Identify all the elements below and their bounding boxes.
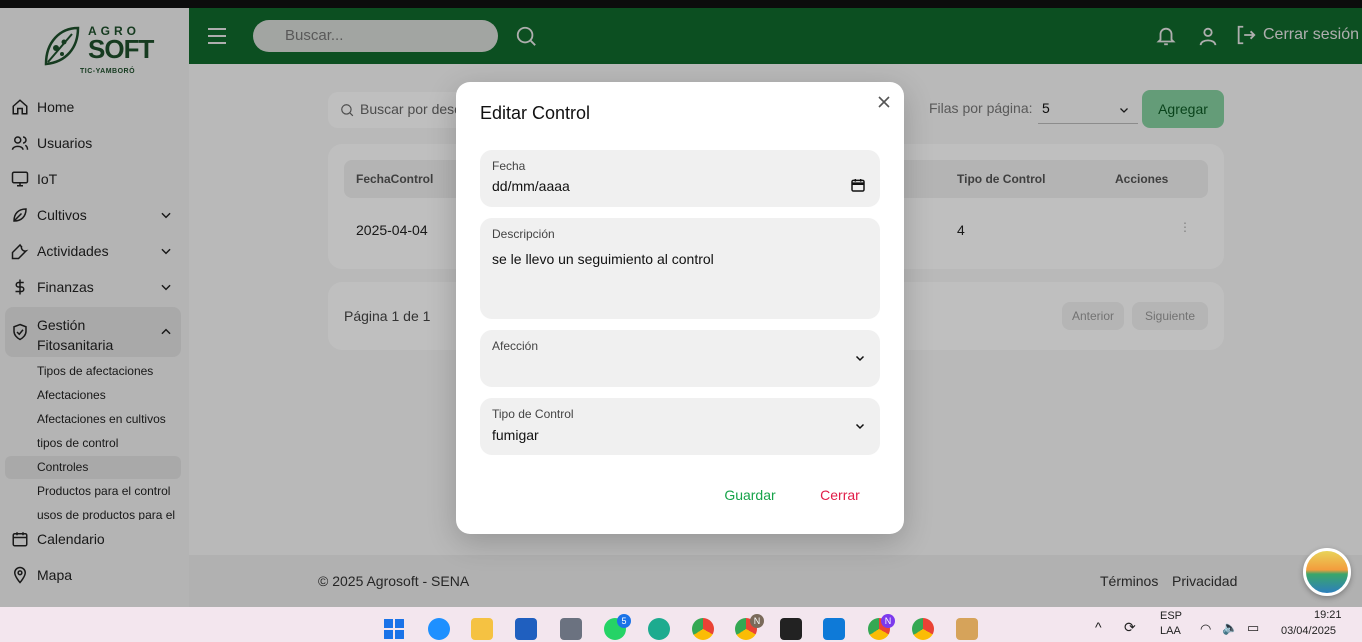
chrome-profile-icon[interactable] [912, 618, 934, 640]
volume-icon[interactable]: 🔈 [1222, 620, 1238, 636]
terminal-icon[interactable] [780, 618, 802, 640]
edit-control-modal: Editar Control Fecha dd/mm/aaaa Descripc… [456, 82, 904, 534]
file-explorer-icon[interactable] [471, 618, 493, 640]
chevron-up-icon[interactable]: ^ [1095, 619, 1102, 635]
windows-start-icon[interactable] [383, 618, 405, 640]
language-indicator[interactable]: ESP [1160, 610, 1182, 622]
window-top-strip [0, 0, 1362, 8]
cancel-button[interactable]: Cerrar [810, 487, 870, 511]
fecha-label: Fecha [492, 159, 526, 173]
chrome-profile-badge: N [750, 614, 764, 628]
keyboard-layout[interactable]: LAA [1160, 625, 1181, 637]
tipo-control-value: fumigar [492, 427, 539, 443]
tipo-control-label: Tipo de Control [492, 407, 574, 421]
sync-icon[interactable]: ⟳ [1124, 619, 1136, 636]
descripcion-label: Descripción [492, 227, 555, 241]
clock-time[interactable]: 19:21 [1314, 609, 1342, 621]
vscode-icon[interactable] [823, 618, 845, 640]
descripcion-field[interactable]: Descripción se le llevo un seguimiento a… [480, 218, 880, 319]
chrome-profile-badge: N [881, 614, 895, 628]
modal-title: Editar Control [480, 103, 591, 123]
wifi-icon[interactable]: ◠ [1200, 621, 1211, 637]
fecha-field[interactable]: Fecha dd/mm/aaaa [480, 150, 880, 207]
calendar-icon[interactable] [850, 177, 866, 193]
close-icon[interactable] [877, 95, 891, 109]
store-icon[interactable] [515, 618, 537, 640]
tipo-control-select[interactable]: Tipo de Control fumigar [480, 398, 880, 455]
descripcion-value: se le llevo un seguimiento al control [492, 251, 714, 267]
chrome-icon[interactable] [692, 618, 714, 640]
afeccion-label: Afección [492, 339, 539, 353]
clock-date[interactable]: 03/04/2025 [1281, 625, 1336, 637]
chevron-down-icon [855, 423, 865, 430]
chevron-down-icon [855, 355, 865, 362]
snipping-tool-icon[interactable] [956, 618, 978, 640]
battery-icon[interactable]: ▭ [1247, 620, 1259, 636]
save-button[interactable]: Guardar [708, 487, 792, 511]
calculator-icon[interactable] [560, 618, 582, 640]
fecha-value: dd/mm/aaaa [492, 178, 570, 194]
browser-icon[interactable] [428, 618, 450, 640]
floating-assistant-avatar[interactable] [1303, 548, 1351, 596]
whatsapp-badge: 5 [617, 614, 631, 628]
afeccion-select[interactable]: Afección [480, 330, 880, 387]
edge-icon[interactable] [648, 618, 670, 640]
windows-taskbar: 5 N N ^ ⟳ ESP LAA ◠ 🔈 ▭ 19:21 03/04/2025 [0, 607, 1362, 642]
